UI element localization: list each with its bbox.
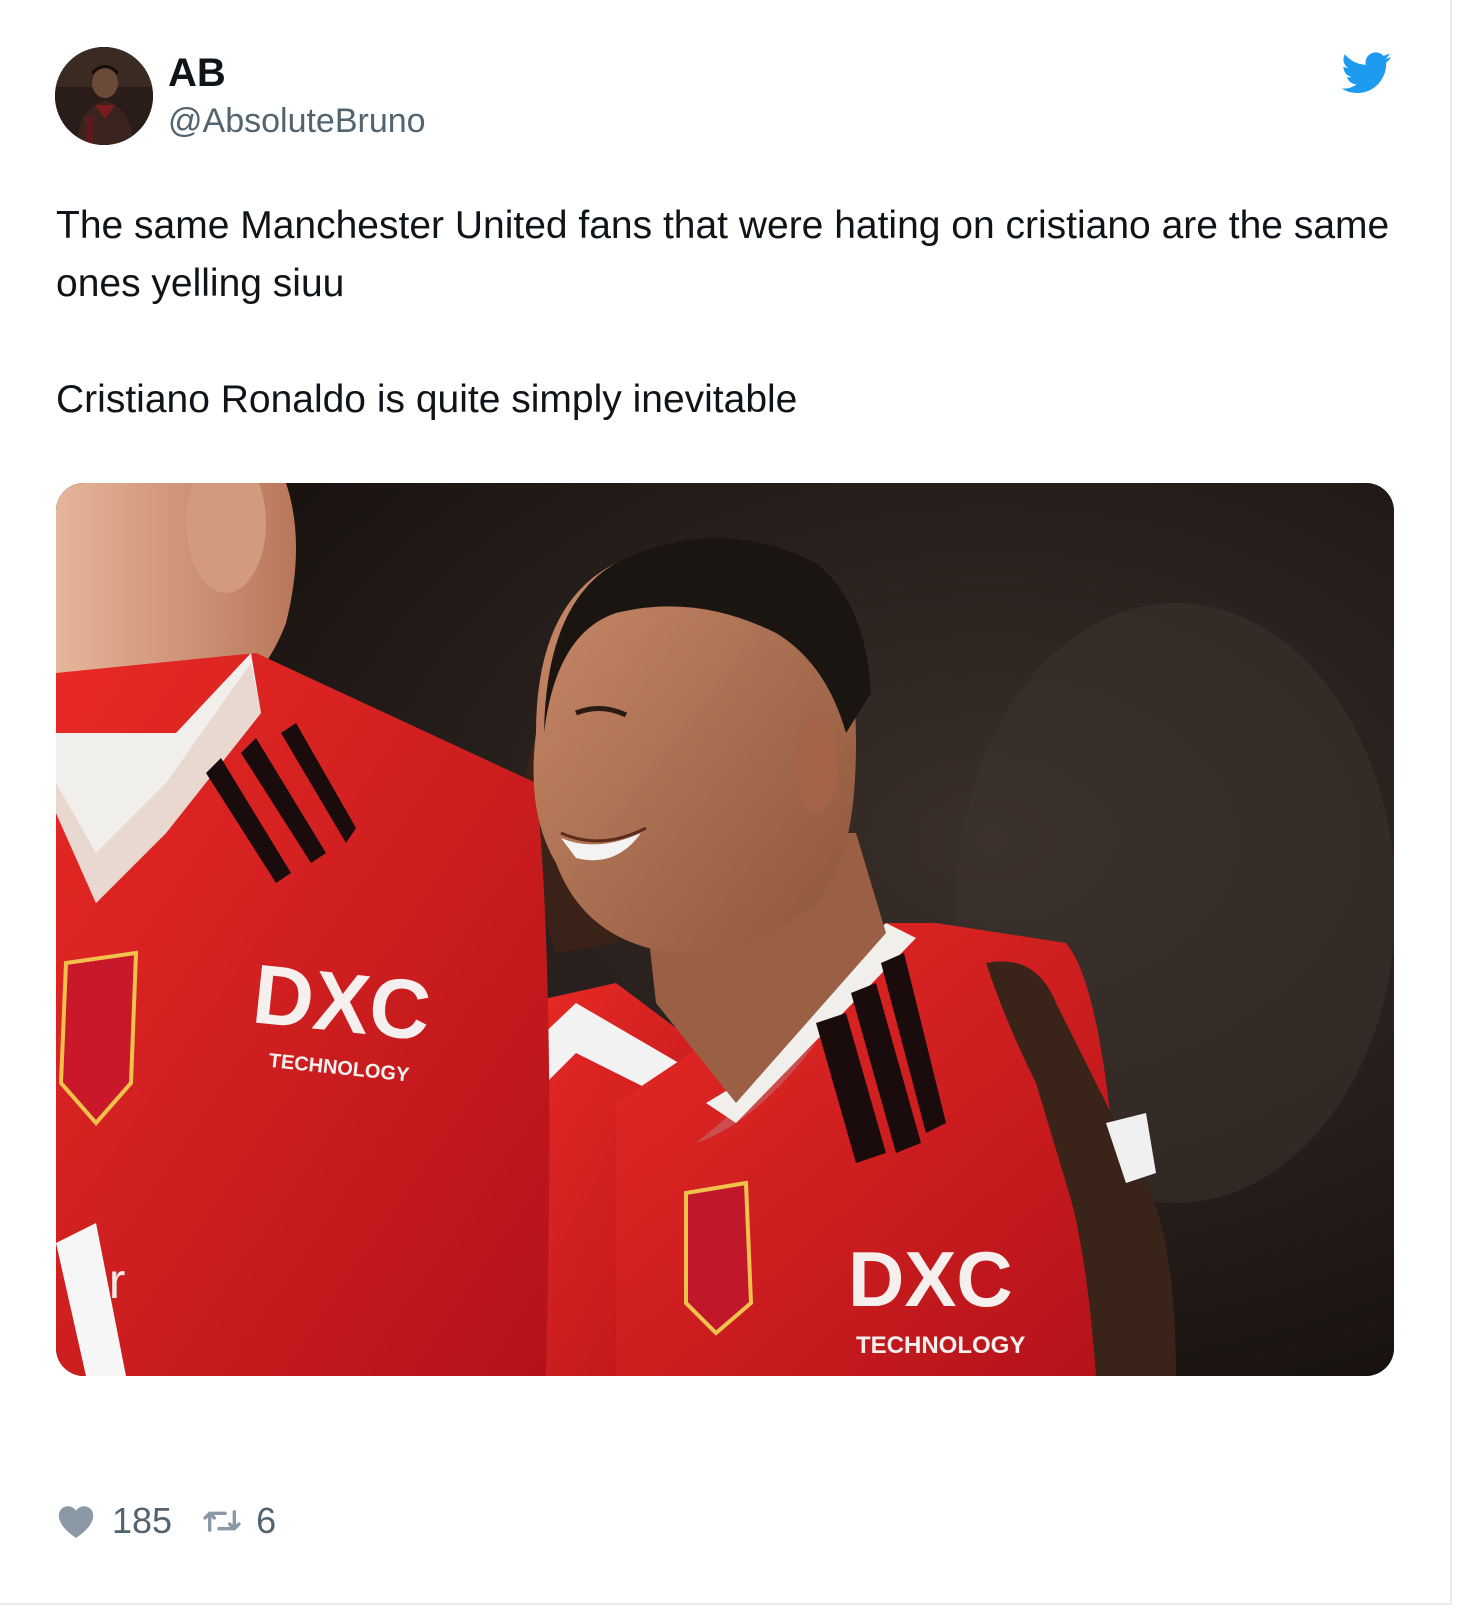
avatar-photo bbox=[55, 47, 153, 145]
media-sponsor-logo-left: DXC bbox=[249, 946, 435, 1058]
media-sponsor-sub-main: TECHNOLOGY bbox=[856, 1332, 1025, 1359]
like-count: 185 bbox=[112, 1500, 173, 1541]
retweet-icon bbox=[203, 1510, 241, 1532]
retweet-count: 6 bbox=[256, 1500, 277, 1541]
tweet-text-paragraph-2: Cristiano Ronaldo is quite simply inevit… bbox=[56, 378, 798, 421]
author-name[interactable]: AB bbox=[168, 50, 226, 96]
like-button[interactable]: 185 bbox=[56, 1500, 172, 1542]
tweet-actions: 185 6 bbox=[56, 1496, 276, 1546]
author-handle[interactable]: @AbsoluteBruno bbox=[168, 101, 426, 141]
twitter-bird-icon[interactable] bbox=[1341, 52, 1392, 94]
football-players-photo: DXC TECHNOLOGY er DXC TECHNO bbox=[56, 483, 1394, 1376]
tweet-card: AB @AbsoluteBruno The same Manchester Un… bbox=[0, 0, 1452, 1605]
tweet-text-paragraph-1: The same Manchester United fans that wer… bbox=[56, 204, 1390, 305]
heart-icon bbox=[58, 1506, 94, 1539]
retweet-button[interactable]: 6 bbox=[202, 1500, 276, 1542]
author-avatar[interactable] bbox=[55, 47, 153, 145]
tweet-media-photo[interactable]: DXC TECHNOLOGY er DXC TECHNO bbox=[56, 483, 1394, 1376]
media-sponsor-logo-main: DXC bbox=[848, 1235, 1013, 1323]
